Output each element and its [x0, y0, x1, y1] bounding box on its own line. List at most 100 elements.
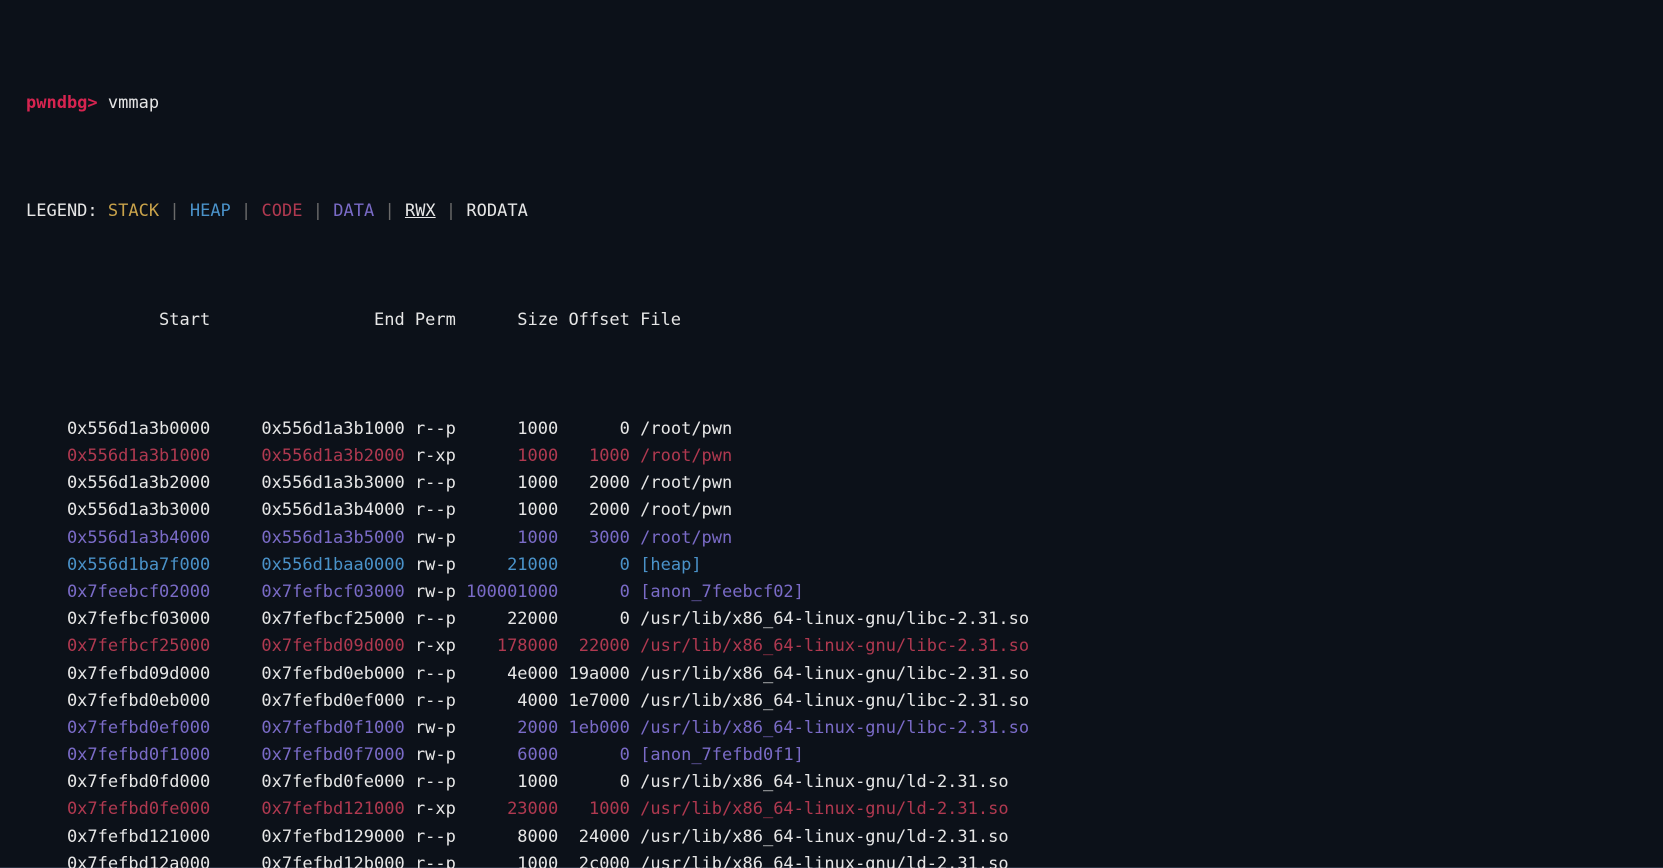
cell-size: 1000 [466, 446, 568, 466]
table-row: 0x7fefbd0f1000 0x7fefbd0f7000 rw-p 6000 … [26, 742, 1655, 769]
prompt-label: pwndbg> [26, 93, 98, 113]
table-row: 0x7fefbd0fd000 0x7fefbd0fe000 r--p 1000 … [26, 769, 1655, 796]
cell-file: /usr/lib/x86_64-linux-gnu/ld-2.31.so [640, 799, 1008, 819]
cell-file: /usr/lib/x86_64-linux-gnu/libc-2.31.so [640, 664, 1029, 684]
cell-perm: r-xp [415, 636, 466, 656]
cell-perm: rw-p [415, 745, 466, 765]
cell-perm: rw-p [415, 528, 466, 548]
cell-perm: rw-p [415, 718, 466, 738]
table-row: 0x7fefbcf03000 0x7fefbcf25000 r--p 22000… [26, 606, 1655, 633]
cell-size: 2000 [466, 718, 568, 738]
cell-size: 22000 [466, 609, 568, 629]
cell-offset: 1e7000 [568, 691, 640, 711]
cell-size: 1000 [466, 500, 568, 520]
cell-perm: r--p [415, 664, 466, 684]
cell-perm: r--p [415, 500, 466, 520]
cell-file: /root/pwn [640, 419, 732, 439]
cell-start-end: 0x556d1a3b4000 0x556d1a3b5000 [26, 528, 415, 548]
cell-offset: 2000 [568, 473, 640, 493]
cell-start-end: 0x7feebcf02000 0x7fefbcf03000 [26, 582, 415, 602]
table-row: 0x7feebcf02000 0x7fefbcf03000 rw-p 10000… [26, 579, 1655, 606]
cell-start-end: 0x7fefbd12a000 0x7fefbd12b000 [26, 854, 415, 868]
legend-heap: HEAP [190, 201, 231, 221]
cell-offset: 1000 [568, 446, 640, 466]
cell-start-end: 0x556d1a3b1000 0x556d1a3b2000 [26, 446, 415, 466]
legend-stack: STACK [108, 201, 159, 221]
legend-rodata: RODATA [466, 201, 527, 221]
cell-perm: r-xp [415, 446, 466, 466]
cell-start-end: 0x7fefbd09d000 0x7fefbd0eb000 [26, 664, 415, 684]
legend-line: LEGEND: STACK | HEAP | CODE | DATA | RWX… [26, 198, 1655, 225]
table-row: 0x556d1ba7f000 0x556d1baa0000 rw-p 21000… [26, 552, 1655, 579]
prompt-line: pwndbg> vmmap [26, 90, 1655, 117]
cell-perm: r--p [415, 473, 466, 493]
table-row: 0x556d1a3b1000 0x556d1a3b2000 r-xp 1000 … [26, 443, 1655, 470]
table-row: 0x7fefbd12a000 0x7fefbd12b000 r--p 1000 … [26, 851, 1655, 868]
cell-offset: 1000 [568, 799, 640, 819]
cell-offset: 19a000 [568, 664, 640, 684]
cell-perm: r--p [415, 419, 466, 439]
table-row: 0x7fefbd121000 0x7fefbd129000 r--p 8000 … [26, 824, 1655, 851]
cell-size: 1000 [466, 473, 568, 493]
table-row: 0x556d1a3b3000 0x556d1a3b4000 r--p 1000 … [26, 497, 1655, 524]
cell-size: 21000 [466, 555, 568, 575]
cell-perm: rw-p [415, 582, 466, 602]
cell-start-end: 0x556d1a3b2000 0x556d1a3b3000 [26, 473, 415, 493]
cell-offset: 24000 [568, 827, 640, 847]
cell-file: [anon_7fefbd0f1] [640, 745, 804, 765]
cell-size: 100001000 [466, 582, 568, 602]
cell-offset: 22000 [568, 636, 640, 656]
table-header: Start End Perm Size Offset File [26, 307, 1655, 334]
cell-size: 1000 [466, 772, 568, 792]
cell-size: 23000 [466, 799, 568, 819]
cell-file: /usr/lib/x86_64-linux-gnu/ld-2.31.so [640, 854, 1008, 868]
cell-file: /usr/lib/x86_64-linux-gnu/ld-2.31.so [640, 827, 1008, 847]
table-row: 0x556d1a3b2000 0x556d1a3b3000 r--p 1000 … [26, 470, 1655, 497]
cell-size: 1000 [466, 854, 568, 868]
cell-file: /root/pwn [640, 528, 732, 548]
command-text: vmmap [108, 93, 159, 113]
cell-offset: 0 [568, 772, 640, 792]
cell-offset: 0 [568, 555, 640, 575]
terminal-output[interactable]: pwndbg> vmmap LEGEND: STACK | HEAP | COD… [0, 0, 1663, 868]
cell-start-end: 0x556d1ba7f000 0x556d1baa0000 [26, 555, 415, 575]
cell-perm: r--p [415, 609, 466, 629]
table-row: 0x7fefbd0ef000 0x7fefbd0f1000 rw-p 2000 … [26, 715, 1655, 742]
cell-offset: 2000 [568, 500, 640, 520]
cell-offset: 0 [568, 419, 640, 439]
cell-offset: 2c000 [568, 854, 640, 868]
cell-perm: r-xp [415, 799, 466, 819]
cell-file: [heap] [640, 555, 701, 575]
cell-offset: 0 [568, 609, 640, 629]
cell-file: /root/pwn [640, 500, 732, 520]
legend-data: DATA [333, 201, 374, 221]
cell-perm: rw-p [415, 555, 466, 575]
cell-size: 4e000 [466, 664, 568, 684]
cell-perm: r--p [415, 772, 466, 792]
table-row: 0x556d1a3b4000 0x556d1a3b5000 rw-p 1000 … [26, 525, 1655, 552]
cell-start-end: 0x7fefbd0f1000 0x7fefbd0f7000 [26, 745, 415, 765]
legend-code: CODE [262, 201, 303, 221]
cell-start-end: 0x7fefbd121000 0x7fefbd129000 [26, 827, 415, 847]
cell-offset: 0 [568, 745, 640, 765]
cell-start-end: 0x7fefbd0eb000 0x7fefbd0ef000 [26, 691, 415, 711]
legend-rwx: RWX [405, 201, 436, 221]
cell-file: [anon_7feebcf02] [640, 582, 804, 602]
table-row: 0x7fefbd0fe000 0x7fefbd121000 r-xp 23000… [26, 796, 1655, 823]
cell-file: /usr/lib/x86_64-linux-gnu/libc-2.31.so [640, 609, 1029, 629]
cell-start-end: 0x7fefbcf25000 0x7fefbd09d000 [26, 636, 415, 656]
legend-sep: | [169, 201, 179, 221]
cell-file: /root/pwn [640, 473, 732, 493]
cell-start-end: 0x556d1a3b0000 0x556d1a3b1000 [26, 419, 415, 439]
cell-size: 8000 [466, 827, 568, 847]
table-row: 0x7fefbd0eb000 0x7fefbd0ef000 r--p 4000 … [26, 688, 1655, 715]
cell-offset: 3000 [568, 528, 640, 548]
cell-start-end: 0x7fefbd0fd000 0x7fefbd0fe000 [26, 772, 415, 792]
cell-file: /usr/lib/x86_64-linux-gnu/libc-2.31.so [640, 691, 1029, 711]
legend-label: LEGEND: [26, 201, 98, 221]
cell-start-end: 0x7fefbd0ef000 0x7fefbd0f1000 [26, 718, 415, 738]
cell-size: 1000 [466, 419, 568, 439]
cell-perm: r--p [415, 854, 466, 868]
cell-file: /usr/lib/x86_64-linux-gnu/libc-2.31.so [640, 718, 1029, 738]
table-row: 0x7fefbcf25000 0x7fefbd09d000 r-xp 17800… [26, 633, 1655, 660]
